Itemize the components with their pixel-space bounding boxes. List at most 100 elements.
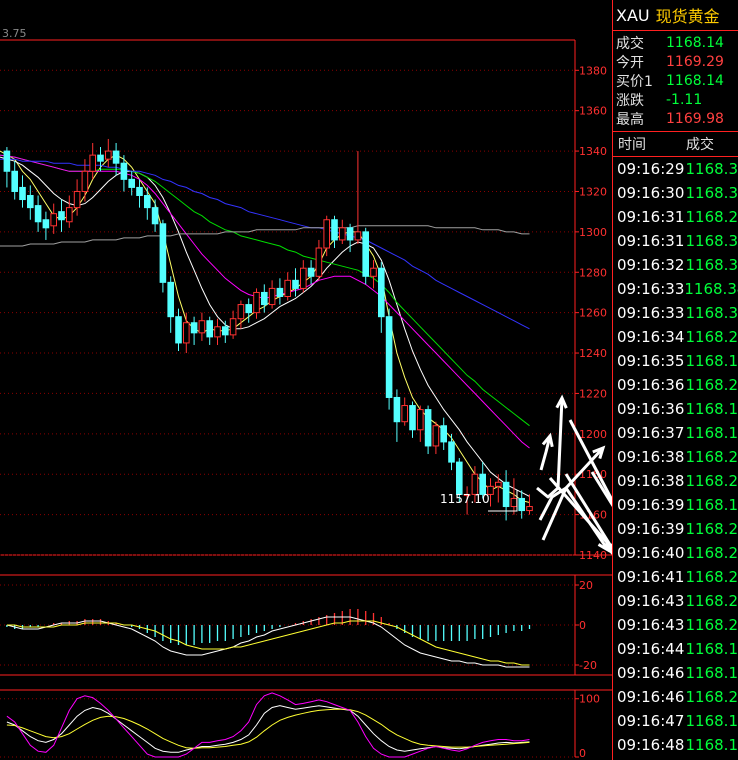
tick-price: 1168.1 xyxy=(685,712,738,730)
tick-row[interactable]: 09:16:38 1168.2 xyxy=(613,469,738,493)
tick-row[interactable]: 09:16:46 1168.1 xyxy=(613,661,738,685)
tick-price: 1168.2 xyxy=(685,472,738,490)
tick-row[interactable]: 09:16:41 1168.2 xyxy=(613,565,738,589)
tick-row[interactable]: 09:16:43 1168.2 xyxy=(613,589,738,613)
candle-body xyxy=(175,316,182,344)
tick-row[interactable]: 09:16:43 1168.2 xyxy=(613,613,738,637)
candle-body xyxy=(105,150,112,160)
tick-row[interactable]: 09:16:34 1168.2 xyxy=(613,325,738,349)
tick-price: 1168.2 xyxy=(685,328,738,346)
tick-price: 1168.1 xyxy=(685,664,738,682)
quote-label: 涨跌 xyxy=(616,92,644,109)
candle-body xyxy=(198,320,206,334)
projection-arrow xyxy=(536,397,564,499)
tick-price: 1168.1 xyxy=(685,352,738,370)
tick-time: 09:16:32 xyxy=(617,256,685,274)
tick-time: 09:16:38 xyxy=(617,472,685,490)
quote-row: 最高 1169.98 xyxy=(613,109,738,128)
tick-row[interactable]: 09:16:331168.34 xyxy=(613,277,738,301)
tick-price: 1168.2 xyxy=(685,568,738,586)
ticks-header-time: 时间 xyxy=(618,137,646,153)
tick-price: 1168.2 xyxy=(685,688,738,706)
tick-row[interactable]: 09:16:32 1168.3 xyxy=(613,253,738,277)
tick-row[interactable]: 09:16:44 1168.1 xyxy=(613,637,738,661)
candle-body xyxy=(346,227,354,241)
quote-value: 1169.98 xyxy=(666,110,724,127)
candle-body xyxy=(268,287,276,306)
price-tick-label: 1360 xyxy=(579,105,607,118)
tick-time: 09:16:44 xyxy=(617,640,685,658)
quote-label: 最高 xyxy=(616,111,644,128)
tick-price: 1168.1 xyxy=(685,736,738,754)
ticks-header-price: 成交 xyxy=(686,137,714,153)
tick-row[interactable]: 09:16:29 1168.3 xyxy=(613,157,738,181)
macd-tick-label: 20 xyxy=(579,579,593,592)
tick-row[interactable]: 09:16:39 1168.1 xyxy=(613,493,738,517)
tick-row[interactable]: 09:16:36 1168.2 xyxy=(613,373,738,397)
tick-row[interactable]: 09:16:38 1168.2 xyxy=(613,445,738,469)
tick-time: 09:16:31 xyxy=(617,232,685,250)
tick-time: 09:16:48 xyxy=(617,736,685,754)
tick-list[interactable]: 09:16:29 1168.3 09:16:30 1168.3 09:16:31 1168… xyxy=(613,157,738,757)
tick-time: 09:16:46 xyxy=(617,688,685,706)
candle-body xyxy=(292,279,299,289)
tick-price: 1168.2 xyxy=(685,544,738,562)
candle-body xyxy=(73,190,81,209)
tick-row[interactable]: 09:16:33 1168.3 xyxy=(613,301,738,325)
top-left-label: 3.75 xyxy=(2,27,27,40)
candle-body xyxy=(50,213,58,227)
tick-time: 09:16:39 xyxy=(617,496,685,514)
instrument-code: XAU xyxy=(616,5,650,25)
tick-row[interactable]: 09:16:30 1168.3 xyxy=(613,181,738,205)
tick-price: 1168.2 xyxy=(685,592,738,610)
macd-panel: 20 0 -20 xyxy=(0,574,612,676)
kdj-tick-label: 100 xyxy=(579,693,600,706)
tick-row[interactable]: 09:16:37 1168.1 xyxy=(613,421,738,445)
candle-body xyxy=(432,425,440,447)
candle-body xyxy=(378,267,385,318)
tick-row[interactable]: 09:16:47 1168.1 xyxy=(613,709,738,733)
tick-time: 09:16:34 xyxy=(617,328,685,346)
candle-body xyxy=(245,304,252,314)
quote-row: 买价1 1168.14 xyxy=(613,71,738,90)
candle-body xyxy=(112,150,120,164)
quote-label: 买价1 xyxy=(616,73,653,90)
kdj-k-line xyxy=(6,705,530,753)
candle-body xyxy=(526,506,533,512)
quote-row: 涨跌 -1.11 xyxy=(613,90,738,109)
tick-time: 09:16:35 xyxy=(617,352,685,370)
tick-row[interactable]: 09:16:46 1168.2 xyxy=(613,685,738,709)
tick-row[interactable]: 09:16:48 1168.1 xyxy=(613,733,738,757)
candle-body xyxy=(424,409,432,447)
candle-body xyxy=(97,154,104,162)
tick-price: 1168.2 xyxy=(685,208,738,226)
tick-price: 1168.2 xyxy=(685,376,738,394)
tick-time: 09:16:43 xyxy=(617,616,685,634)
candle-body xyxy=(495,481,502,487)
tick-row[interactable]: 09:16:31 1168.2 xyxy=(613,205,738,229)
tick-time: 09:16:41 xyxy=(617,568,685,586)
tick-price: 1168.1 xyxy=(685,496,738,514)
candle-body xyxy=(183,322,190,344)
quote-label: 成交 xyxy=(616,35,644,52)
candle-body xyxy=(190,322,198,334)
tick-price: 1168.3 xyxy=(685,232,738,250)
kdj-d-line xyxy=(6,708,530,749)
candle-body xyxy=(66,207,73,223)
tick-row[interactable]: 09:16:39 1168.2 xyxy=(613,517,738,541)
tick-row[interactable]: 09:16:35 1168.1 xyxy=(613,349,738,373)
quote-row: 成交 1168.14 xyxy=(613,33,738,52)
price-tick-label: 1320 xyxy=(579,185,607,198)
candle-body xyxy=(339,227,346,241)
price-tick-label: 1220 xyxy=(579,387,607,400)
price-tick-label: 1260 xyxy=(579,307,607,320)
candle-body xyxy=(362,231,369,277)
tick-row[interactable]: 09:16:36 1168.1 xyxy=(613,397,738,421)
tick-row[interactable]: 09:16:31 1168.3 xyxy=(613,229,738,253)
price-tick-label: 1140 xyxy=(579,549,607,562)
candle-body xyxy=(42,219,50,229)
candle-body xyxy=(307,267,315,277)
candle-body xyxy=(261,291,268,306)
tick-row[interactable]: 09:16:40 1168.2 xyxy=(613,541,738,565)
kline-chart[interactable]: 1380 1360 1340 1320 1300 1280 1260 1240 1220 1200… xyxy=(0,0,612,760)
